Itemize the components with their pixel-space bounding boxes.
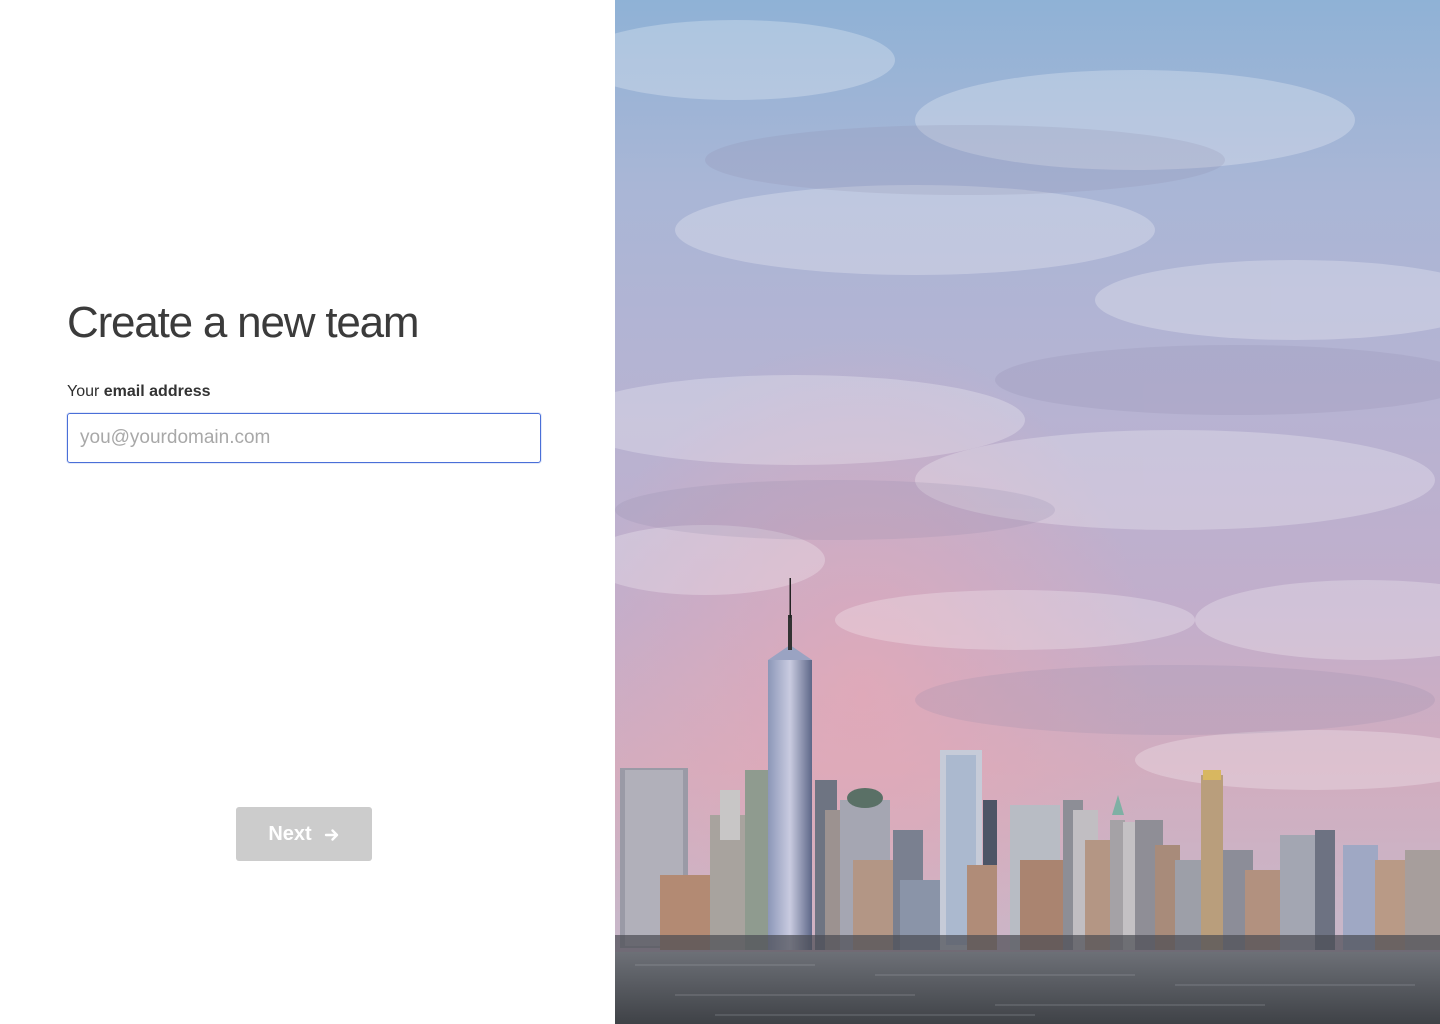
email-label-prefix: Your (67, 383, 100, 400)
page: Create a new team Your email address Nex… (0, 0, 1440, 1024)
next-button-label: Next (268, 822, 312, 845)
page-title: Create a new team (67, 298, 420, 347)
email-label: Your email address (67, 383, 211, 401)
arrow-right-icon (324, 826, 340, 842)
email-label-bold: email address (103, 383, 211, 400)
email-field[interactable] (67, 413, 541, 463)
city-skyline-image (615, 0, 1440, 1024)
next-button[interactable]: Next (236, 807, 372, 861)
signup-panel: Create a new team Your email address Nex… (0, 0, 615, 1024)
